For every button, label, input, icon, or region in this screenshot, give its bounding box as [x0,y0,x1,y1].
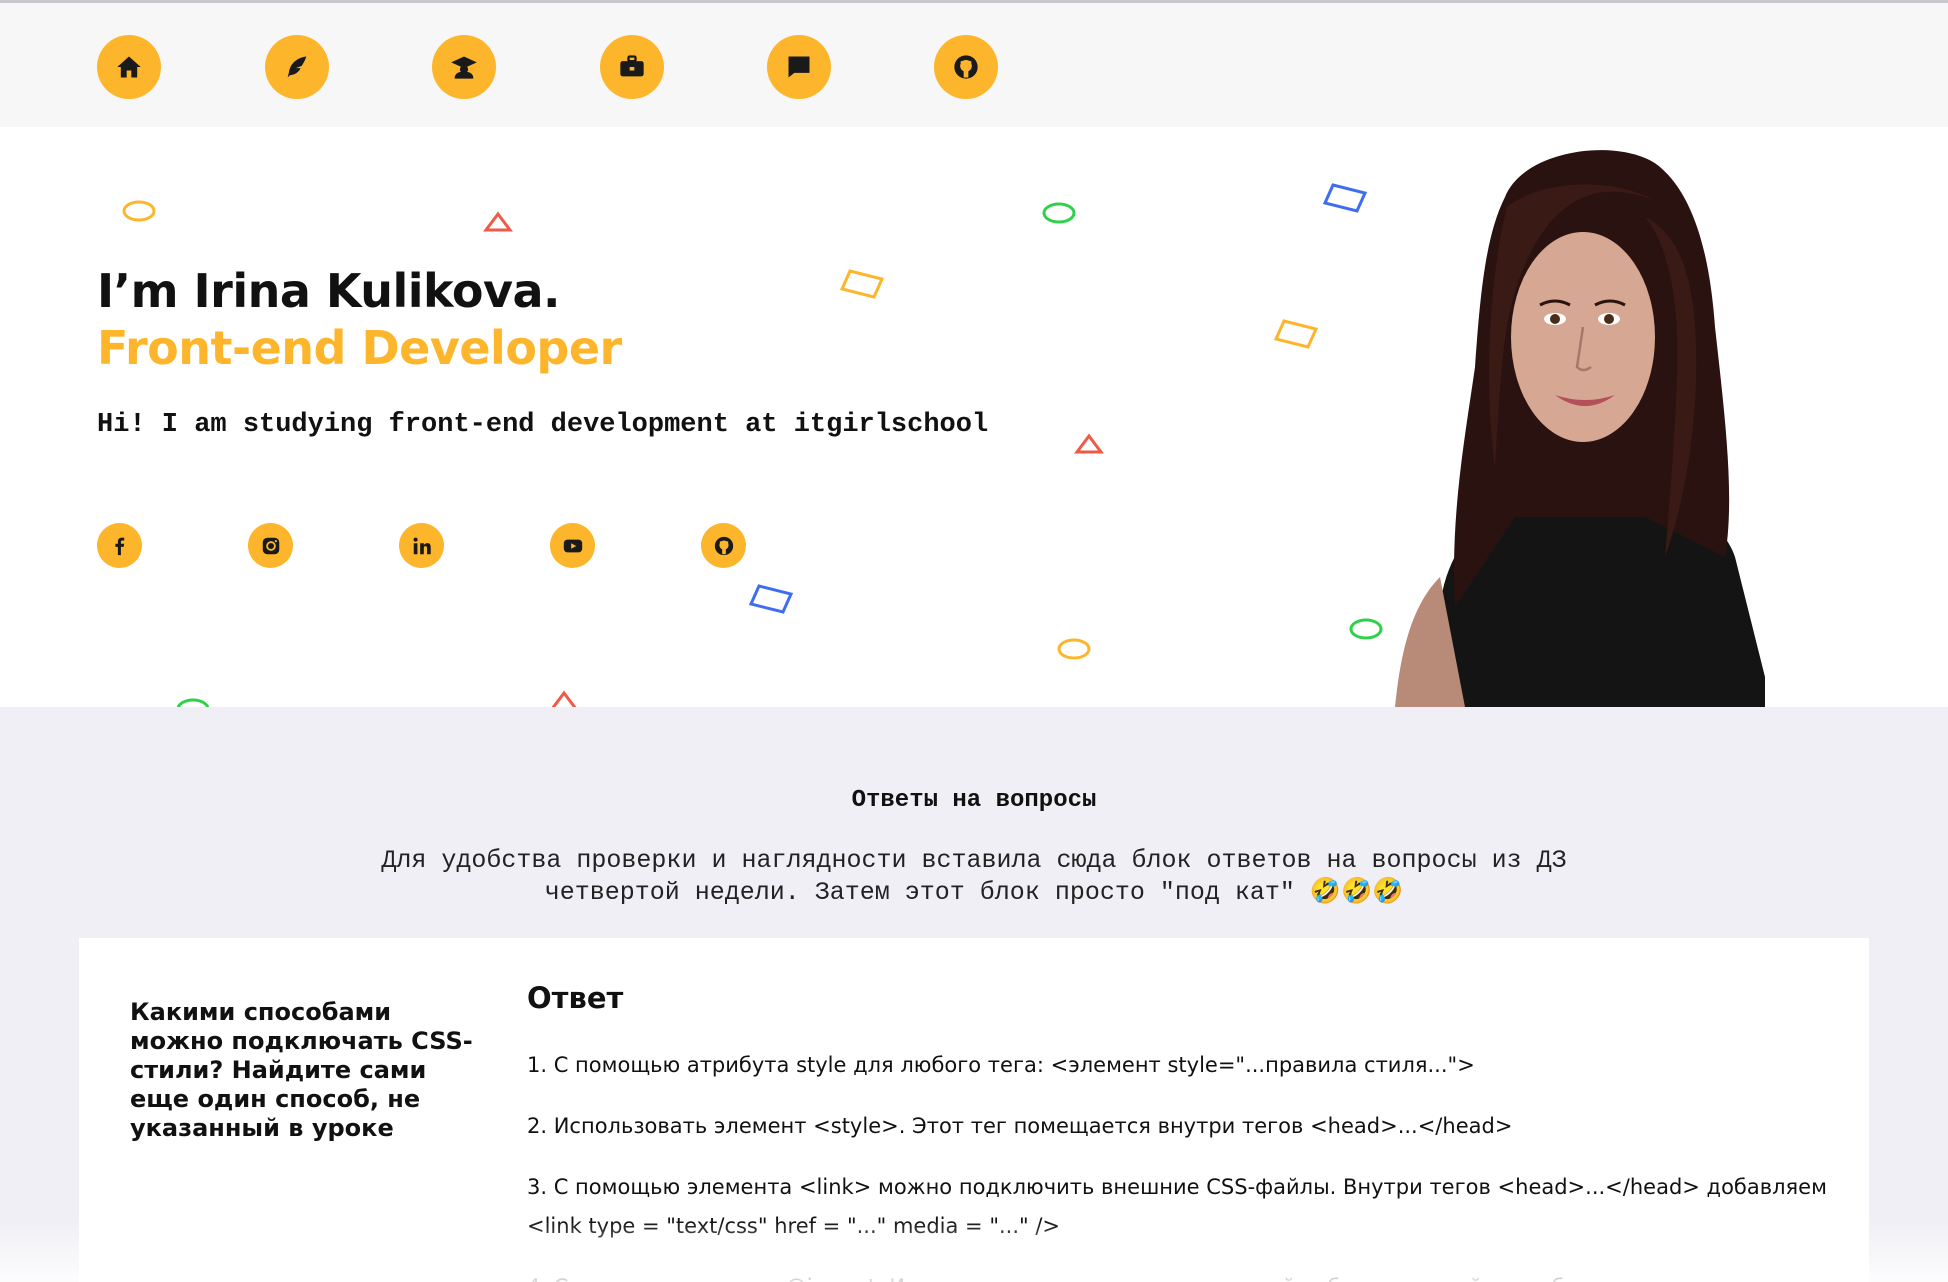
linkedin-link[interactable] [399,523,444,568]
answer-item: 1. С помощью атрибута style для любого т… [527,1053,1475,1077]
ellipse-deco-icon [176,698,210,707]
github-link[interactable] [701,523,746,568]
github-icon [714,536,733,555]
answer-heading: Ответ [527,981,624,1015]
hero-role: Front-end Developer [97,321,622,375]
facebook-icon [114,537,124,555]
answers-title: Ответы на вопросы [851,787,1097,814]
feather-icon [287,56,307,78]
instagram-icon [262,537,279,554]
nav-portfolio-button[interactable] [600,35,664,99]
ellipse-deco-icon [1057,638,1091,660]
diamond-deco-icon [840,269,884,299]
answer-item: 4. С помощью правила @import. Использует… [527,1268,1847,1282]
nav-github-button[interactable] [934,35,998,99]
diamond-deco-icon [1323,183,1367,213]
top-navigation [0,0,1948,127]
nav-home-button[interactable] [97,35,161,99]
triangle-deco-icon [483,211,513,232]
answer-item: 2. Использовать элемент <style>. Этот те… [527,1114,1513,1138]
chat-icon [788,56,810,78]
ellipse-deco-icon [1042,202,1076,224]
nav-education-button[interactable] [432,35,496,99]
answers-intro-line: четвертой недели. Затем этот блок просто… [544,878,1404,907]
answer-list: 1. С помощью атрибута style для любого т… [527,1046,1847,1282]
briefcase-icon [620,55,644,77]
home-icon [117,56,141,78]
answers-intro-line: Для удобства проверки и наглядности вста… [381,846,1567,875]
nav-contact-button[interactable] [767,35,831,99]
triangle-deco-icon [551,690,577,707]
graduation-icon [451,56,477,79]
hero-name: I’m Irina Kulikova. [97,264,561,318]
triangle-deco-icon [1074,433,1104,454]
answers-intro: Для удобства проверки и наглядности вста… [300,845,1648,909]
youtube-icon [563,539,582,552]
profile-photo [1395,150,1765,707]
facebook-link[interactable] [97,523,142,568]
github-icon [954,55,978,79]
question-text: Какими способами можно подключать CSS-ст… [130,998,473,1142]
diamond-deco-icon [1274,319,1318,349]
linkedin-icon [413,537,431,554]
youtube-link[interactable] [550,523,595,568]
instagram-link[interactable] [248,523,293,568]
hero-section: I’m Irina Kulikova. Front-end Developer … [0,127,1948,707]
ellipse-deco-icon [122,200,156,222]
nav-blog-button[interactable] [265,35,329,99]
answer-card: Какими способами можно подключать CSS-ст… [79,938,1869,1282]
hero-intro: Hi! I am studying front-end development … [97,410,989,440]
answer-item: 3. С помощью элемента <link> можно подкл… [527,1175,1827,1238]
diamond-deco-icon [749,584,793,614]
ellipse-deco-icon [1349,618,1383,640]
